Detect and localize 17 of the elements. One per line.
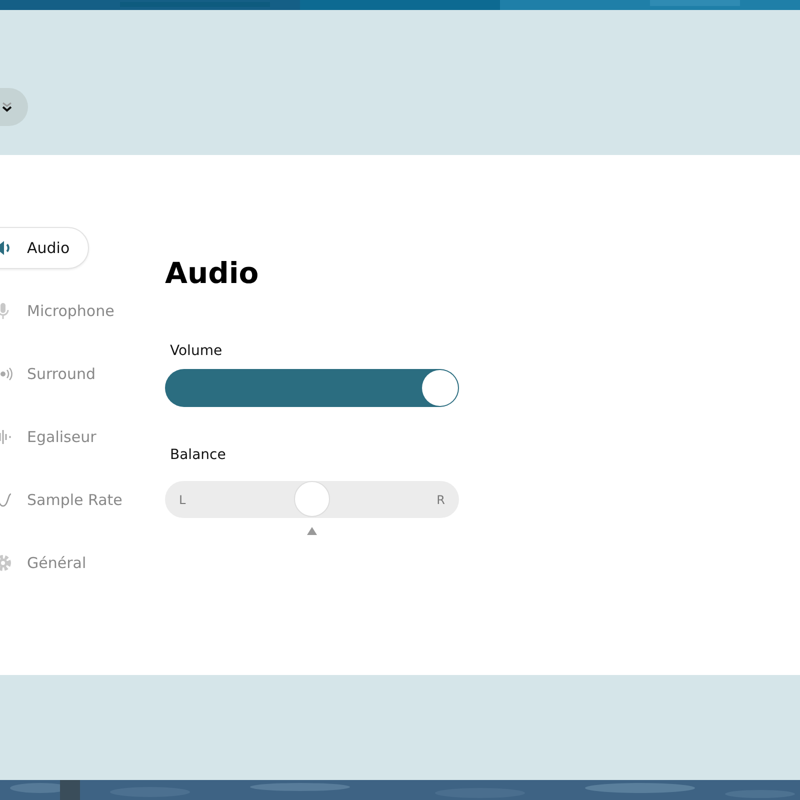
sidebar-item[interactable]: Egaliseur (0, 416, 116, 458)
section-title: Audio (165, 255, 260, 292)
volume-label: Volume (170, 343, 224, 359)
left-label: L (179, 492, 186, 506)
sidebar-item[interactable]: Microphone (0, 290, 134, 332)
sidebar-item[interactable]: Audio (0, 227, 89, 269)
balance-slider[interactable]: L R (165, 481, 459, 518)
sidebar-item[interactable]: Surround (0, 353, 114, 395)
volume-slider[interactable] (165, 369, 459, 407)
balance-label: Balance (170, 447, 227, 463)
slider-thumb[interactable] (294, 481, 330, 517)
right-label: R (436, 492, 445, 506)
sidebar-item[interactable]: Sample Rate (0, 479, 142, 521)
center-marker-icon (307, 527, 317, 535)
sidebar-item[interactable]: Général (0, 542, 106, 584)
slider-thumb[interactable] (422, 370, 458, 406)
chevron-down-icon (1, 102, 13, 112)
